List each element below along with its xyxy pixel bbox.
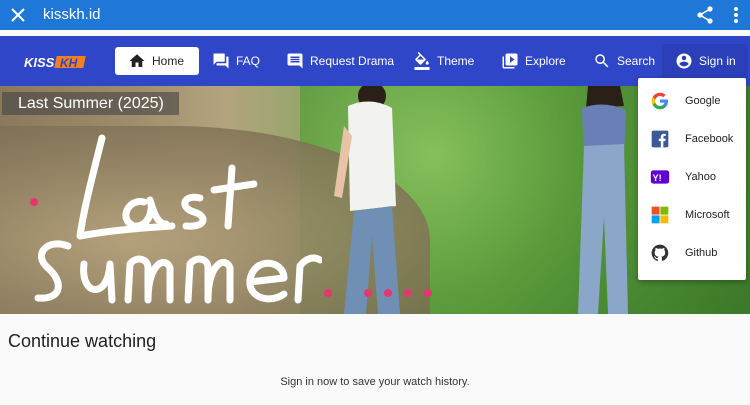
signin-microsoft[interactable]: Microsoft (638, 196, 746, 234)
account-circle-icon (676, 53, 692, 69)
yahoo-icon: Y! (650, 170, 670, 184)
banner-person-right (578, 86, 628, 314)
signin-dropdown-menu: Google Facebook Y! Yahoo Microsoft Githu… (638, 78, 746, 280)
home-icon (129, 54, 145, 67)
signin-facebook[interactable]: Facebook (638, 120, 746, 158)
nav-explore-button[interactable]: Explore (501, 47, 566, 75)
signin-github[interactable]: Github (638, 234, 746, 272)
banner-person-left (334, 86, 400, 314)
microsoft-icon (651, 206, 669, 224)
carousel-dot[interactable] (404, 289, 412, 297)
video-library-icon (502, 53, 518, 69)
close-icon[interactable] (9, 6, 27, 24)
nav-request-drama-button[interactable]: Request Drama (286, 47, 394, 75)
signin-yahoo[interactable]: Y! Yahoo (638, 158, 746, 196)
browser-bar: kisskh.id (0, 0, 750, 30)
nav-home-label: Home (152, 54, 185, 68)
svg-text:KISS: KISS (24, 55, 55, 69)
google-icon (651, 92, 668, 110)
signin-facebook-label: Facebook (685, 133, 734, 145)
carousel-dot[interactable] (384, 289, 392, 297)
share-icon[interactable] (696, 5, 714, 25)
url-label: kisskh.id (43, 6, 101, 23)
nav-request-label: Request Drama (310, 54, 395, 68)
carousel-dot[interactable] (424, 289, 432, 297)
carousel-dots (0, 289, 750, 297)
nav-signin-button[interactable]: Sign in (662, 44, 748, 78)
nav-theme-button[interactable]: Theme (413, 47, 474, 75)
comment-icon (287, 53, 303, 69)
nav-faq-label: FAQ (236, 54, 261, 68)
nav-explore-label: Explore (525, 54, 566, 68)
paint-bucket-icon (414, 52, 430, 70)
continue-watching-title: Continue watching (8, 331, 157, 351)
svg-text:KH: KH (60, 56, 78, 69)
banner-title-artwork (34, 134, 322, 304)
github-icon (651, 244, 669, 261)
nav-search-button[interactable]: Search (593, 47, 655, 75)
search-icon (595, 54, 609, 68)
nav-signin-label: Sign in (699, 54, 736, 68)
banner-prev-indicator[interactable] (30, 198, 38, 206)
nav-theme-label: Theme (437, 54, 475, 68)
signin-yahoo-label: Yahoo (685, 171, 716, 183)
signin-microsoft-label: Microsoft (685, 209, 730, 221)
banner-title[interactable]: Last Summer (2025) (2, 92, 179, 115)
signin-google-label: Google (685, 95, 721, 107)
nav-home-button[interactable]: Home (115, 47, 199, 75)
svg-text:Y!: Y! (653, 173, 662, 183)
carousel-dot[interactable] (324, 289, 332, 297)
nav-search-label: Search (617, 54, 656, 68)
forum-icon (213, 53, 229, 69)
carousel-dot[interactable] (364, 289, 372, 297)
signin-github-label: Github (685, 247, 718, 259)
nav-faq-button[interactable]: FAQ (212, 47, 260, 75)
signin-google[interactable]: Google (638, 82, 746, 120)
kisskh-logo[interactable]: KISS KH (24, 55, 88, 69)
facebook-icon (651, 130, 669, 148)
watch-history-message: Sign in now to save your watch history. (280, 376, 470, 388)
more-vert-icon[interactable] (730, 5, 742, 25)
